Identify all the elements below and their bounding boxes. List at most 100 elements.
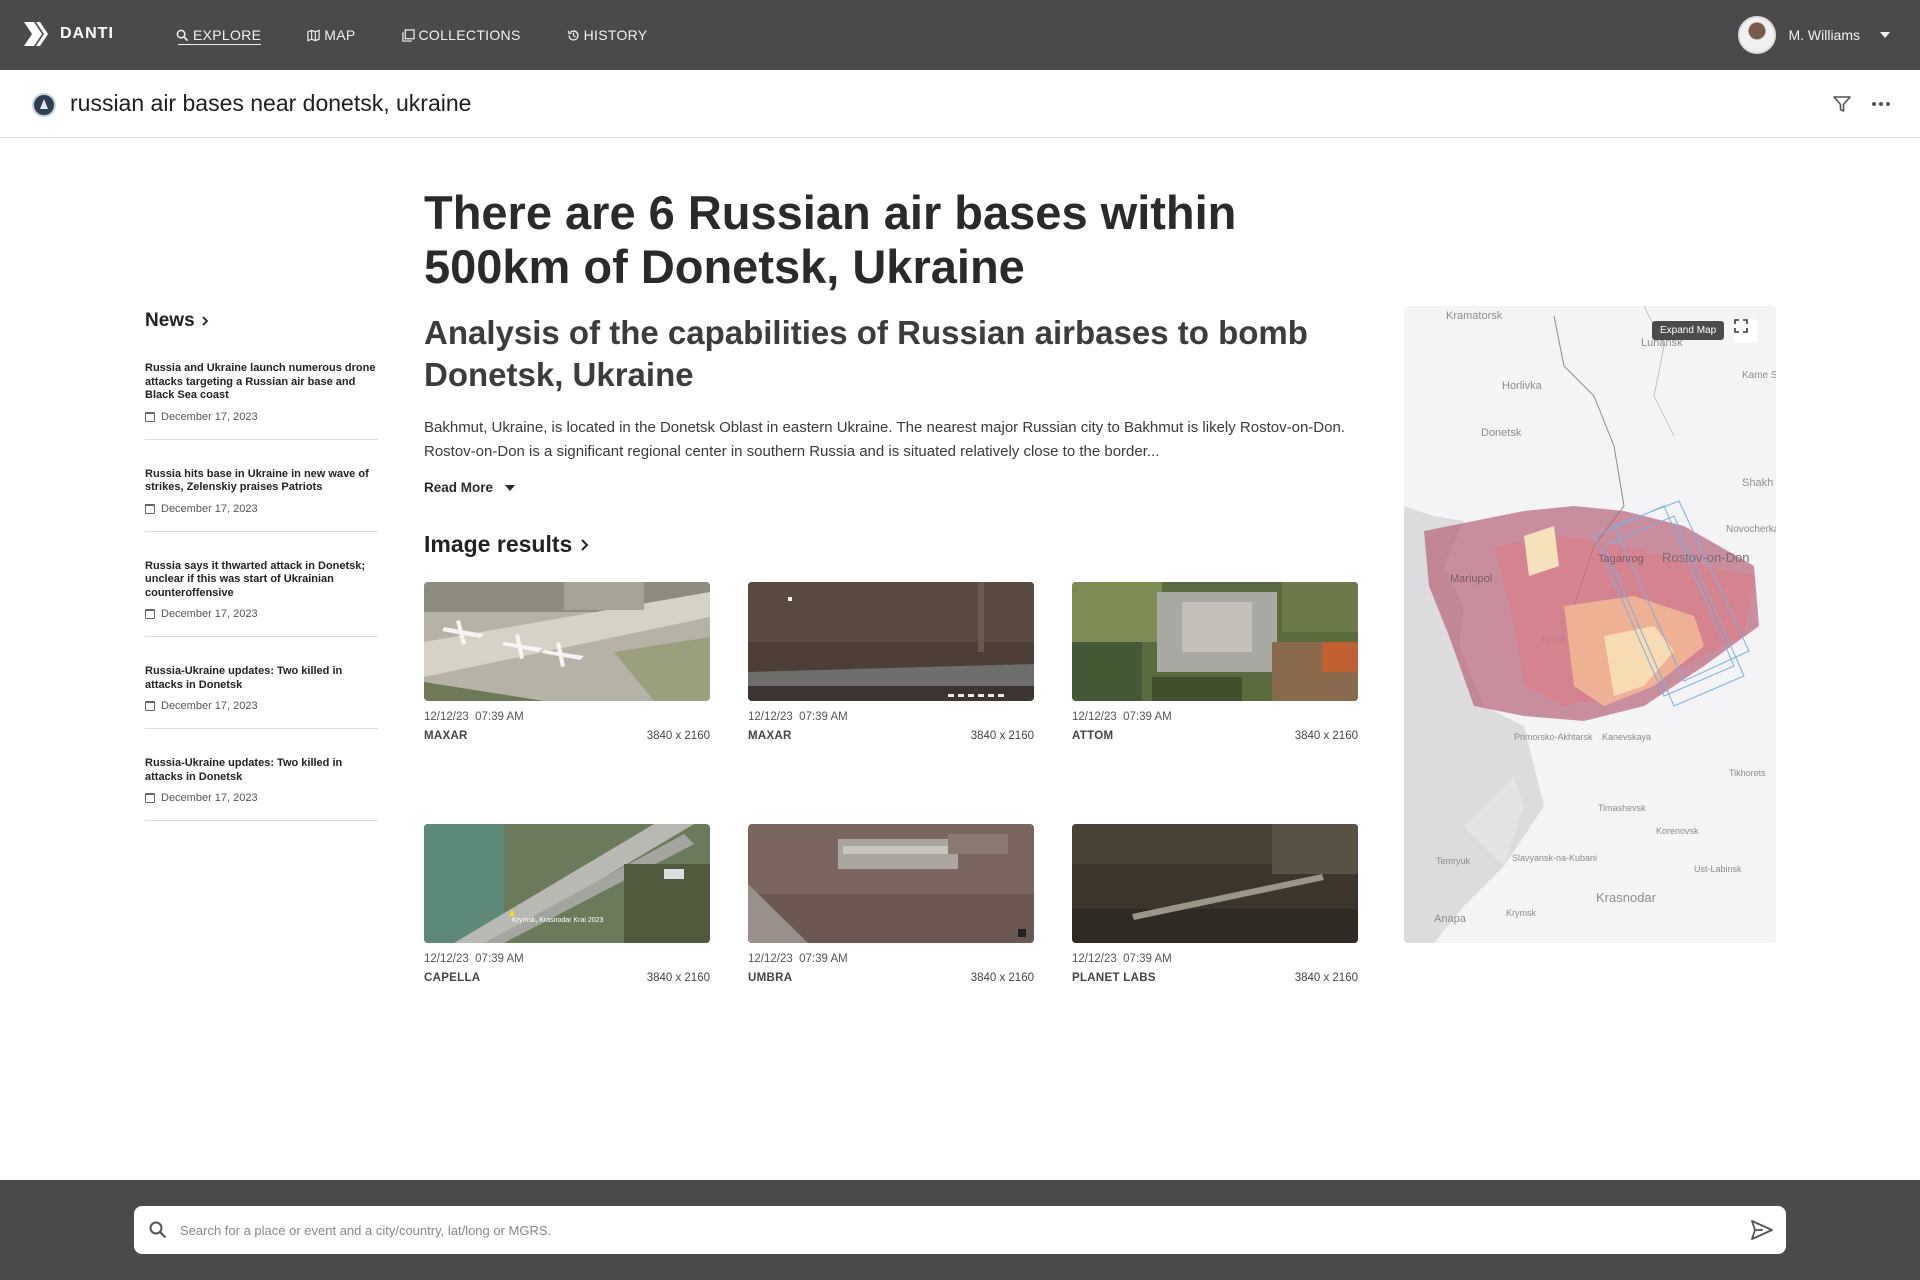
image-meta: PLANET LABS 3840 x 2160: [1072, 972, 1358, 984]
image-results-heading-link[interactable]: Image results: [424, 531, 1364, 558]
news-item[interactable]: Russia-Ukraine updates: Two killed in at…: [145, 665, 378, 729]
news-date-text: December 17, 2023: [161, 502, 258, 515]
results-map[interactable]: Kramatorsk Luhansk Horlivka Donetsk Kame…: [1404, 306, 1776, 943]
image-date: 12/12/23: [748, 953, 793, 965]
map-label: Kanevskaya: [1602, 732, 1651, 742]
map-label: Kame Shakht: [1742, 370, 1776, 381]
history-icon: [567, 29, 579, 41]
search-icon: [176, 29, 189, 41]
news-item-date: December 17, 2023: [145, 700, 378, 712]
map-label: Donetsk: [1481, 427, 1522, 439]
calendar-icon: [145, 609, 155, 619]
map-label: Shakh: [1742, 477, 1773, 489]
news-item[interactable]: Russia and Ukraine launch numerous drone…: [145, 362, 378, 440]
top-navigation-bar: DANTI EXPLORE MAP COLLECTIONS HISTORY M.…: [0, 0, 1920, 70]
bottom-search-bar: [0, 1180, 1920, 1280]
image-meta: MAXAR 3840 x 2160: [748, 730, 1034, 742]
map-label: Anapa: [1434, 913, 1467, 925]
image-resolution: 3840 x 2160: [1294, 972, 1358, 984]
search-input[interactable]: [180, 1206, 1720, 1254]
news-item-date: December 17, 2023: [145, 608, 378, 620]
news-item-title: Russia-Ukraine updates: Two killed in at…: [145, 757, 343, 783]
image-resolution: 3840 x 2160: [1294, 730, 1358, 742]
expand-map-button[interactable]: [1734, 319, 1758, 343]
nav-collections[interactable]: COLLECTIONS: [401, 0, 521, 70]
image-timestamp: 12/12/23 07:39 AM: [1072, 711, 1358, 723]
image-results-heading: Image results: [424, 531, 573, 557]
chevron-down-icon[interactable]: [1880, 32, 1890, 38]
nav-map[interactable]: MAP: [307, 0, 355, 70]
image-result-card[interactable]: 12/12/23 07:39 AM MAXAR 3840 x 2160: [424, 582, 710, 742]
image-thumbnail[interactable]: [424, 582, 710, 701]
map-label: Horlivka: [1502, 380, 1543, 392]
image-thumbnail[interactable]: [1072, 824, 1358, 943]
map-label: Mariupol: [1450, 573, 1492, 585]
expand-icon: [1734, 319, 1748, 333]
image-meta: UMBRA 3840 x 2160: [748, 972, 1034, 984]
danti-logo-icon: [24, 22, 48, 46]
news-item[interactable]: Russia-Ukraine updates: Two killed in at…: [145, 757, 378, 821]
news-heading-link[interactable]: News: [145, 310, 378, 332]
answer-subheading: Analysis of the capabilities of Russian …: [424, 314, 1308, 393]
map-label: Kramatorsk: [1446, 310, 1503, 322]
map-icon: [307, 29, 320, 41]
image-result-card[interactable]: 12/12/23 07:39 AM PLANET LABS 3840 x 2160: [1072, 824, 1358, 984]
nav-history[interactable]: HISTORY: [567, 0, 648, 70]
image-source: PLANET LABS: [1072, 972, 1156, 984]
nav-history-label: HISTORY: [583, 27, 648, 43]
answer-summary: Bakhmut, Ukraine, is located in the Done…: [424, 419, 1345, 460]
image-overlay-text: Krymsk, Krasnodar Krai 2023: [512, 917, 604, 924]
image-results-grid: 12/12/23 07:39 AM MAXAR 3840 x 2160 12/12…: [424, 582, 1358, 1002]
brand-name: DANTI: [60, 25, 114, 42]
news-item-date: December 17, 2023: [145, 792, 378, 804]
news-date-text: December 17, 2023: [161, 608, 258, 620]
map-canvas[interactable]: Kramatorsk Luhansk Horlivka Donetsk Kame…: [1404, 306, 1776, 943]
image-time: 07:39 AM: [799, 953, 848, 965]
danti-logo[interactable]: DANTI: [22, 20, 114, 48]
image-timestamp: 12/12/23 07:39 AM: [424, 953, 710, 965]
news-item-title: Russia-Ukraine updates: Two killed in at…: [145, 665, 343, 691]
image-thumbnail[interactable]: Krymsk, Krasnodar Krai 2023: [424, 824, 710, 943]
send-icon[interactable]: [1750, 1218, 1774, 1242]
filter-icon[interactable]: [1832, 94, 1852, 114]
image-result-card[interactable]: 12/12/23 07:39 AM MAXAR 3840 x 2160: [748, 582, 1034, 742]
image-thumbnail[interactable]: [1072, 582, 1358, 701]
map-label: Slavyansk-na-Kubani: [1512, 853, 1597, 863]
news-panel: News Russia and Ukraine launch numerous …: [145, 310, 378, 849]
map-label: Temryuk: [1436, 856, 1471, 866]
map-label: Novocherka: [1726, 524, 1776, 535]
user-menu[interactable]: M. Williams: [1738, 16, 1890, 54]
image-time: 07:39 AM: [799, 711, 848, 723]
avatar[interactable]: [1738, 16, 1777, 54]
map-label: Ust-Labinsk: [1694, 864, 1742, 874]
image-date: 12/12/23: [1072, 953, 1117, 965]
image-meta: ATTOM 3840 x 2160: [1072, 730, 1358, 742]
news-heading: News: [145, 310, 195, 331]
nav-collections-label: COLLECTIONS: [418, 27, 521, 43]
image-thumbnail[interactable]: [748, 824, 1034, 943]
news-item[interactable]: Russia hits base in Ukraine in new wave …: [145, 468, 378, 532]
image-thumbnail[interactable]: [748, 582, 1034, 701]
image-result-card[interactable]: 12/12/23 07:39 AM UMBRA 3840 x 2160: [748, 824, 1034, 984]
map-label: Tikhorets: [1729, 768, 1766, 778]
image-result-card[interactable]: 12/12/23 07:39 AM ATTOM 3840 x 2160: [1072, 582, 1358, 742]
nav-explore[interactable]: EXPLORE: [176, 0, 262, 70]
image-result-card[interactable]: Krymsk, Krasnodar Krai 2023 12/12/23 07:…: [424, 824, 710, 984]
image-date: 12/12/23: [1072, 711, 1117, 723]
chevron-down-icon: [505, 484, 516, 491]
image-resolution: 3840 x 2160: [970, 730, 1034, 742]
news-item-date: December 17, 2023: [145, 411, 378, 423]
news-item-title: Russia and Ukraine launch numerous drone…: [145, 362, 376, 401]
chevron-right-icon: [581, 538, 589, 551]
calendar-icon: [145, 503, 155, 514]
read-more-button[interactable]: Read More: [424, 480, 1364, 495]
nav-map-label: MAP: [324, 27, 356, 43]
search-icon: [149, 1221, 167, 1239]
more-options-icon[interactable]: [1872, 102, 1890, 106]
image-time: 07:39 AM: [475, 711, 524, 723]
query-header: russian air bases near donetsk, ukraine: [0, 70, 1920, 138]
image-time: 07:39 AM: [1123, 953, 1172, 965]
news-item-title: Russia says it thwarted attack in Donets…: [145, 559, 366, 599]
news-item[interactable]: Russia says it thwarted attack in Donets…: [145, 559, 378, 637]
calendar-icon: [145, 793, 155, 803]
